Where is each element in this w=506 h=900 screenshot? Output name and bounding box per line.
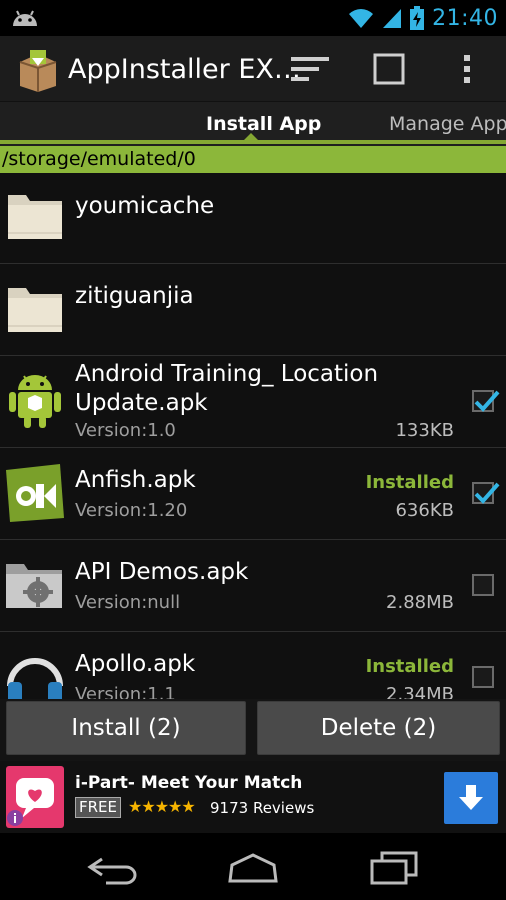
ad-free-badge: FREE — [75, 797, 122, 818]
list-item-folder[interactable]: zitiguanjia — [0, 264, 506, 356]
signal-icon — [383, 9, 402, 28]
checkmark-icon — [474, 482, 500, 504]
status-bar: 21:40 — [0, 0, 506, 36]
home-icon[interactable] — [226, 851, 280, 885]
download-arrow-icon — [459, 785, 483, 810]
app-installer-icon[interactable] — [16, 48, 60, 92]
item-size: 636KB — [395, 500, 454, 521]
ad-download-button[interactable] — [444, 772, 498, 824]
item-name: zitiguanjia — [75, 283, 194, 309]
folder-icon — [8, 288, 62, 332]
android-notification-icon — [13, 10, 37, 26]
folder-icon — [8, 195, 62, 239]
item-size: 133KB — [395, 420, 454, 441]
more-vertical-icon — [464, 55, 470, 83]
installed-badge: Installed — [365, 472, 454, 493]
ad-review-count: 9173 Reviews — [210, 799, 315, 817]
list-item-apk[interactable]: Android Training_ Location Update.apk Ve… — [0, 356, 506, 448]
list-item-folder[interactable]: youmicache — [0, 173, 506, 264]
sort-button[interactable] — [284, 36, 336, 102]
headphones-icon — [7, 658, 63, 699]
current-path: /storage/emulated/0 — [0, 146, 506, 173]
list-item-apk[interactable]: API Demos.apk Version:null 2.88MB — [0, 540, 506, 632]
ad-rating-stars: ★★★★★ — [128, 797, 196, 816]
action-buttons: Install (2) Delete (2) — [0, 699, 506, 761]
item-checkbox[interactable] — [472, 390, 500, 412]
ad-info-icon[interactable] — [6, 809, 24, 827]
delete-button[interactable]: Delete (2) — [257, 701, 500, 755]
action-bar: AppInstaller EX… — [0, 36, 506, 102]
item-version: Version:1.20 — [75, 500, 188, 521]
anfish-app-icon — [6, 464, 64, 522]
wifi-icon — [349, 9, 374, 28]
checkmark-icon — [474, 390, 500, 412]
recent-apps-icon[interactable] — [368, 851, 420, 885]
item-version: Version:null — [75, 592, 181, 613]
android-apk-icon — [9, 375, 61, 428]
app-title: AppInstaller EX… — [68, 54, 301, 85]
install-button[interactable]: Install (2) — [6, 701, 246, 755]
clock: 21:40 — [432, 5, 498, 31]
list-item-apk[interactable]: Anfish.apk Installed Version:1.20 636KB — [0, 448, 506, 540]
navigation-bar — [0, 833, 506, 900]
item-checkbox[interactable] — [472, 482, 500, 504]
checkbox-outline-icon — [373, 53, 405, 85]
item-name: youmicache — [75, 193, 215, 219]
item-size: 2.88MB — [386, 592, 454, 613]
item-version: Version:1.1 — [75, 684, 176, 699]
item-name: Anfish.apk — [75, 467, 196, 493]
installed-badge: Installed — [365, 656, 454, 677]
item-size: 2.34MB — [386, 684, 454, 699]
overflow-menu-button[interactable] — [448, 36, 486, 102]
list-item-apk[interactable]: Apollo.apk Installed Version:1.1 2.34MB — [0, 632, 506, 699]
select-all-button[interactable] — [364, 36, 414, 102]
tab-caret — [243, 133, 259, 141]
item-name: API Demos.apk — [75, 559, 249, 585]
sort-icon — [291, 57, 329, 81]
item-checkbox[interactable] — [472, 666, 494, 688]
back-icon[interactable] — [86, 851, 138, 885]
file-list[interactable]: youmicache zitiguanjia Android Training_… — [0, 173, 506, 699]
settings-folder-icon — [6, 564, 62, 608]
ad-banner[interactable]: i-Part- Meet Your Match FREE ★★★★★ 9173 … — [0, 761, 506, 833]
item-version: Version:1.0 — [75, 420, 176, 441]
battery-charging-icon — [410, 6, 425, 30]
item-name: Apollo.apk — [75, 651, 196, 677]
ad-title: i-Part- Meet Your Match — [75, 773, 303, 793]
item-name: Android Training_ Location Update.apk — [75, 361, 379, 416]
item-checkbox[interactable] — [472, 574, 494, 596]
